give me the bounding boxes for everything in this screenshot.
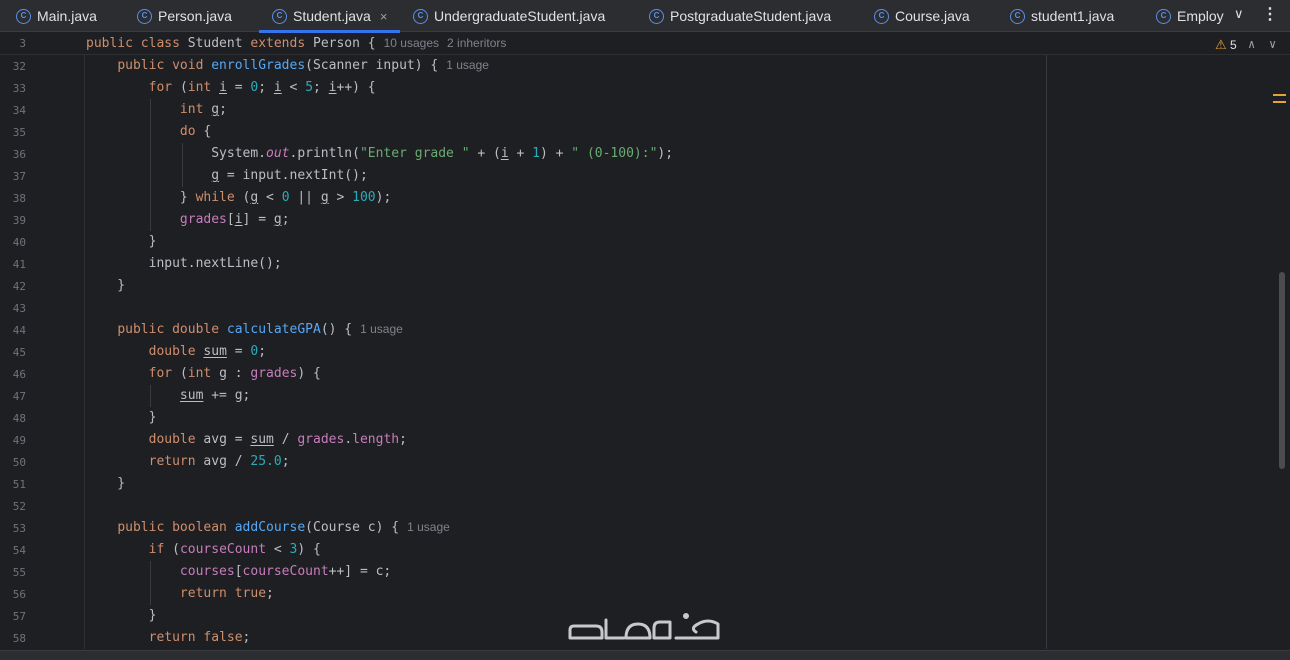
code-line-45: double sum = 0; — [148, 344, 267, 359]
line-number: 54 — [12, 544, 26, 557]
code-line-32: public void enrollGrades(Scanner input) … — [117, 58, 489, 73]
tab-label: UndergraduateStudent.java — [434, 8, 606, 24]
code-line-44: public double calculateGPA() {1 usage — [117, 322, 403, 337]
usage-hint[interactable]: 1 usage — [446, 58, 489, 72]
code-line-33: for (int i = 0; i < 5; i++) { — [148, 80, 376, 95]
code-line-46: for (int g : grades) { — [148, 366, 321, 381]
chevron-down-icon[interactable]: ∨ — [1269, 37, 1276, 51]
editor-tab-bar: C Main.java C Person.java C Student.java × C… — [0, 0, 1290, 33]
code-line-47: sum += g; — [179, 388, 251, 403]
inheritors-hint[interactable]: 2 inheritors — [447, 36, 506, 50]
line-number: 32 — [12, 60, 26, 73]
line-number: 33 — [12, 82, 26, 95]
tab-course-java[interactable]: C Course.java — [874, 0, 970, 32]
usage-hint[interactable]: 1 usage — [407, 520, 450, 534]
tab-label: Course.java — [895, 8, 970, 24]
tab-student1-java[interactable]: Cstudent1.java — [1010, 0, 1114, 32]
code-line-34: int g; — [179, 102, 227, 117]
line-number: 40 — [12, 236, 26, 249]
line-number: 49 — [12, 434, 26, 447]
java-class-icon: C — [16, 8, 31, 24]
line-number: 41 — [12, 258, 26, 271]
tab-main-java[interactable]: C Main.java — [16, 0, 97, 32]
tab-postgraduatestudent-java[interactable]: C PostgraduateStudent.java — [649, 0, 831, 32]
line-number: 44 — [12, 324, 26, 337]
line-number: 42 — [12, 280, 26, 293]
chevron-down-icon[interactable]: ∨ — [1234, 6, 1244, 22]
java-class-icon: C — [649, 8, 664, 24]
right-margin-guide — [1046, 55, 1047, 649]
java-class-icon: C — [413, 8, 428, 24]
line-number: 51 — [12, 478, 26, 491]
line-number: 58 — [12, 632, 26, 645]
line-number: 34 — [12, 104, 26, 117]
vertical-scrollbar-thumb[interactable] — [1279, 272, 1285, 469]
inspection-warnings[interactable]: ⚠ 5 — [1215, 37, 1237, 53]
code-line-54: if (courseCount < 3) { — [148, 542, 321, 557]
line-number: 47 — [12, 390, 26, 403]
code-line-51: } — [86, 476, 126, 491]
java-class-icon: C — [1156, 8, 1171, 24]
code-line-48: } — [86, 410, 157, 425]
java-class-icon: C — [137, 8, 152, 24]
close-tab-icon[interactable]: × — [380, 9, 388, 24]
code-line-42: } — [86, 278, 126, 293]
java-class-icon: C — [1010, 8, 1025, 24]
line-number: 46 — [12, 368, 26, 381]
warning-stripe-marker[interactable] — [1273, 101, 1286, 103]
tab-employee-java[interactable]: C Employ — [1156, 0, 1224, 32]
code-line-37: g = input.nextInt(); — [211, 168, 368, 183]
code-line-40: } — [86, 234, 157, 249]
line-number: 38 — [12, 192, 26, 205]
code-line-41: input.nextLine(); — [86, 256, 282, 271]
tab-label: Student.java — [293, 8, 371, 24]
line-number: 37 — [12, 170, 26, 183]
line-number: 45 — [12, 346, 26, 359]
line-number: 39 — [12, 214, 26, 227]
khamsat-logo — [568, 613, 720, 640]
code-line-36: System.out.println("Enter grade " + (i +… — [86, 146, 674, 161]
code-line-56: return true; — [179, 586, 274, 601]
usage-hint[interactable]: 1 usage — [360, 322, 403, 336]
sticky-class-header[interactable]: 3 public class Student extends Person {1… — [0, 33, 1290, 55]
line-number: 3 — [19, 37, 26, 50]
code-line-57: } — [86, 608, 157, 623]
code-line-55: courses[courseCount++] = c; — [179, 564, 392, 579]
line-number: 53 — [12, 522, 26, 535]
warning-count: 5 — [1230, 38, 1237, 52]
chevron-up-icon[interactable]: ∧ — [1248, 37, 1255, 51]
code-line-58: return false; — [148, 630, 251, 645]
java-class-icon: C — [272, 8, 287, 24]
code-line-3: public class Student extends Person {10 … — [86, 36, 507, 51]
code-line-50: return avg / 25.0; — [148, 454, 290, 469]
code-line-39: grades[i] = g; — [179, 212, 290, 227]
tab-label: student1.java — [1031, 8, 1115, 24]
tab-label: Main.java — [37, 8, 97, 24]
line-number: 56 — [12, 588, 26, 601]
code-line-35: do { — [179, 124, 212, 139]
usages-hint[interactable]: 10 usages — [384, 36, 439, 50]
warning-stripe-marker[interactable] — [1273, 94, 1286, 96]
line-number: 50 — [12, 456, 26, 469]
tab-label: Person.java — [158, 8, 232, 24]
line-number: 43 — [12, 302, 26, 315]
tab-person-java[interactable]: C Person.java — [137, 0, 232, 32]
code-line-38: } while (g < 0 || g > 100); — [86, 190, 392, 205]
line-number: 48 — [12, 412, 26, 425]
more-options-icon[interactable]: ⋮ — [1262, 4, 1278, 24]
code-line-53: public boolean addCourse(Course c) {1 us… — [117, 520, 450, 535]
warning-icon: ⚠ — [1215, 37, 1227, 52]
line-number: 35 — [12, 126, 26, 139]
line-number: 52 — [12, 500, 26, 513]
gutter-divider — [84, 55, 85, 649]
java-class-icon: C — [874, 8, 889, 24]
tab-label: Employ — [1177, 8, 1224, 24]
tab-student-java[interactable]: C Student.java × — [258, 0, 401, 33]
line-number: 36 — [12, 148, 26, 161]
code-line-49: double avg = sum / grades.length; — [148, 432, 407, 447]
tab-label: PostgraduateStudent.java — [670, 8, 832, 24]
line-number: 55 — [12, 566, 26, 579]
tab-undergraduatestudent-java[interactable]: C UndergraduateStudent.java — [413, 0, 605, 32]
line-number: 57 — [12, 610, 26, 623]
